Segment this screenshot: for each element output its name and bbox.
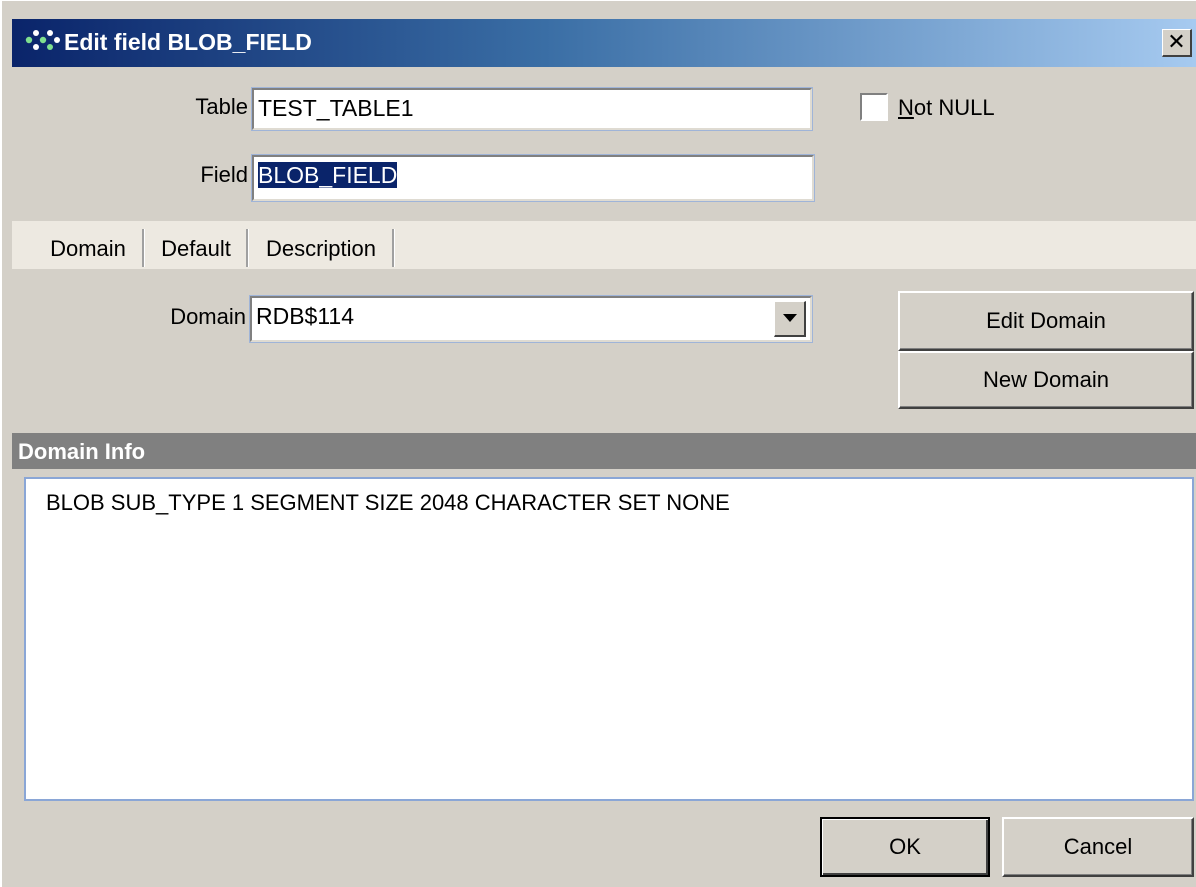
close-icon[interactable]: ✕: [1162, 29, 1192, 57]
chevron-down-icon[interactable]: [774, 301, 806, 337]
domain-info-header: Domain Info: [12, 433, 1196, 469]
new-domain-button[interactable]: New Domain: [898, 351, 1194, 409]
cancel-button[interactable]: Cancel: [1002, 817, 1194, 877]
not-null-checkbox[interactable]: [860, 93, 888, 121]
table-input[interactable]: TEST_TABLE1: [252, 88, 812, 130]
table-label: Table: [195, 94, 248, 119]
field-label: Field: [200, 162, 248, 187]
tab-description[interactable]: Description: [254, 229, 388, 269]
domain-label: Domain: [170, 304, 246, 329]
app-dots-icon: [25, 30, 60, 50]
tab-divider: [392, 229, 395, 267]
tab-divider: [246, 229, 249, 267]
tab-default[interactable]: Default: [150, 229, 242, 269]
field-input[interactable]: BLOB_FIELD: [252, 155, 814, 201]
edit-domain-button[interactable]: Edit Domain: [898, 291, 1194, 351]
domain-info-text: BLOB SUB_TYPE 1 SEGMENT SIZE 2048 CHARAC…: [46, 490, 730, 515]
domain-select[interactable]: RDB$114: [250, 296, 812, 342]
tab-divider: [142, 229, 145, 267]
window-title: Edit field BLOB_FIELD: [64, 29, 312, 55]
not-null-text: ot NULL: [913, 95, 995, 120]
field-value: BLOB_FIELD: [258, 162, 398, 188]
not-null-label[interactable]: Not NULL: [898, 93, 995, 123]
ok-button[interactable]: OK: [820, 817, 990, 877]
domain-selected-value: RDB$114: [256, 303, 355, 329]
edit-field-dialog: Edit field BLOB_FIELD ✕ Table TEST_TABLE…: [0, 0, 1196, 887]
table-value: TEST_TABLE1: [258, 95, 414, 121]
tab-domain[interactable]: Domain: [36, 229, 140, 269]
domain-info-box[interactable]: BLOB SUB_TYPE 1 SEGMENT SIZE 2048 CHARAC…: [24, 477, 1194, 801]
